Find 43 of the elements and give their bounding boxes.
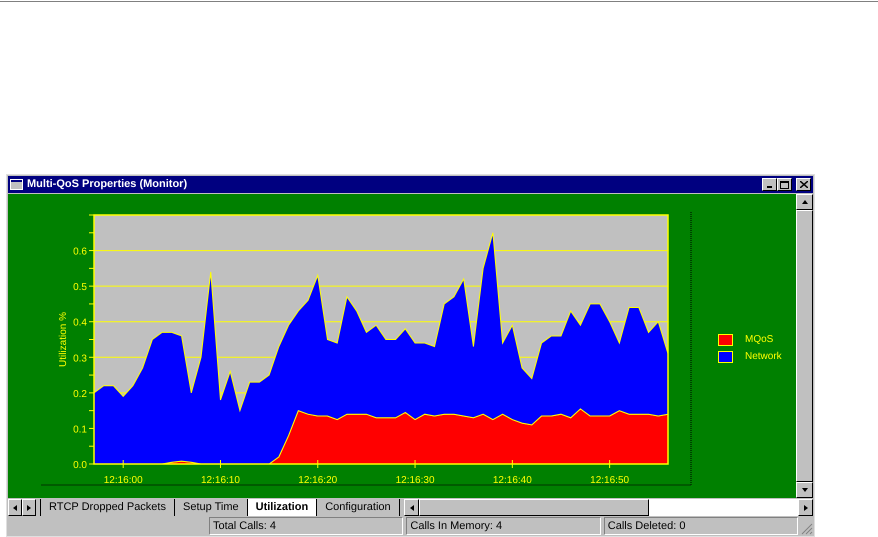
scroll-thumb[interactable] bbox=[419, 499, 649, 516]
scroll-down-button[interactable] bbox=[796, 482, 813, 498]
down-arrow-icon bbox=[800, 486, 808, 494]
left-arrow-icon bbox=[408, 504, 416, 512]
x-tick-label: 12:16:50 bbox=[590, 475, 630, 486]
window-title: Multi-QoS Properties (Monitor) bbox=[27, 177, 188, 192]
y-tick-label: 0.6 bbox=[73, 246, 87, 258]
minimize-button[interactable] bbox=[762, 178, 777, 191]
up-arrow-icon bbox=[800, 198, 808, 206]
maximize-button[interactable] bbox=[777, 178, 792, 191]
sheet-tab[interactable]: Utilization bbox=[246, 499, 316, 516]
legend-swatch bbox=[718, 350, 733, 362]
y-tick-label: 0.0 bbox=[73, 460, 87, 471]
resize-grip-icon bbox=[801, 523, 813, 535]
scroll-right-button[interactable] bbox=[798, 499, 813, 516]
scroll-up-button[interactable] bbox=[796, 194, 813, 210]
y-tick-label: 0.3 bbox=[73, 353, 87, 364]
status-panel: Total Calls: 4 bbox=[209, 517, 404, 535]
y-axis-label: Utilization % bbox=[58, 312, 69, 368]
y-tick-label: 0.2 bbox=[73, 388, 87, 400]
right-arrow-icon bbox=[802, 504, 810, 512]
y-tick-label: 0.1 bbox=[73, 424, 87, 436]
close-icon bbox=[800, 181, 808, 188]
right-arrow-icon bbox=[25, 504, 33, 512]
legend-label: Network bbox=[745, 350, 782, 364]
left-arrow-icon bbox=[11, 504, 19, 512]
tab-scroll-left-button[interactable] bbox=[8, 499, 22, 516]
horizontal-scrollbar[interactable] bbox=[404, 499, 813, 516]
maximize-icon bbox=[780, 180, 789, 188]
x-tick-label: 12:16:00 bbox=[104, 475, 143, 486]
x-tick-label: 12:16:10 bbox=[201, 475, 240, 486]
x-tick-label: 12:16:40 bbox=[492, 475, 532, 486]
y-tick-label: 0.5 bbox=[73, 282, 87, 294]
close-button[interactable] bbox=[796, 178, 811, 191]
legend-label: MQoS bbox=[745, 333, 774, 347]
x-tick-label: 12:16:20 bbox=[298, 475, 338, 486]
tab-scroll-right-button[interactable] bbox=[22, 499, 36, 516]
status-panel: Calls Deleted: 0 bbox=[604, 517, 798, 535]
status-panel: Calls In Memory: 4 bbox=[406, 517, 601, 535]
y-tick-label: 0.4 bbox=[73, 318, 87, 329]
legend-swatch bbox=[718, 334, 733, 346]
x-tick-label: 12:16:30 bbox=[396, 475, 435, 486]
scroll-left-button[interactable] bbox=[404, 499, 419, 516]
